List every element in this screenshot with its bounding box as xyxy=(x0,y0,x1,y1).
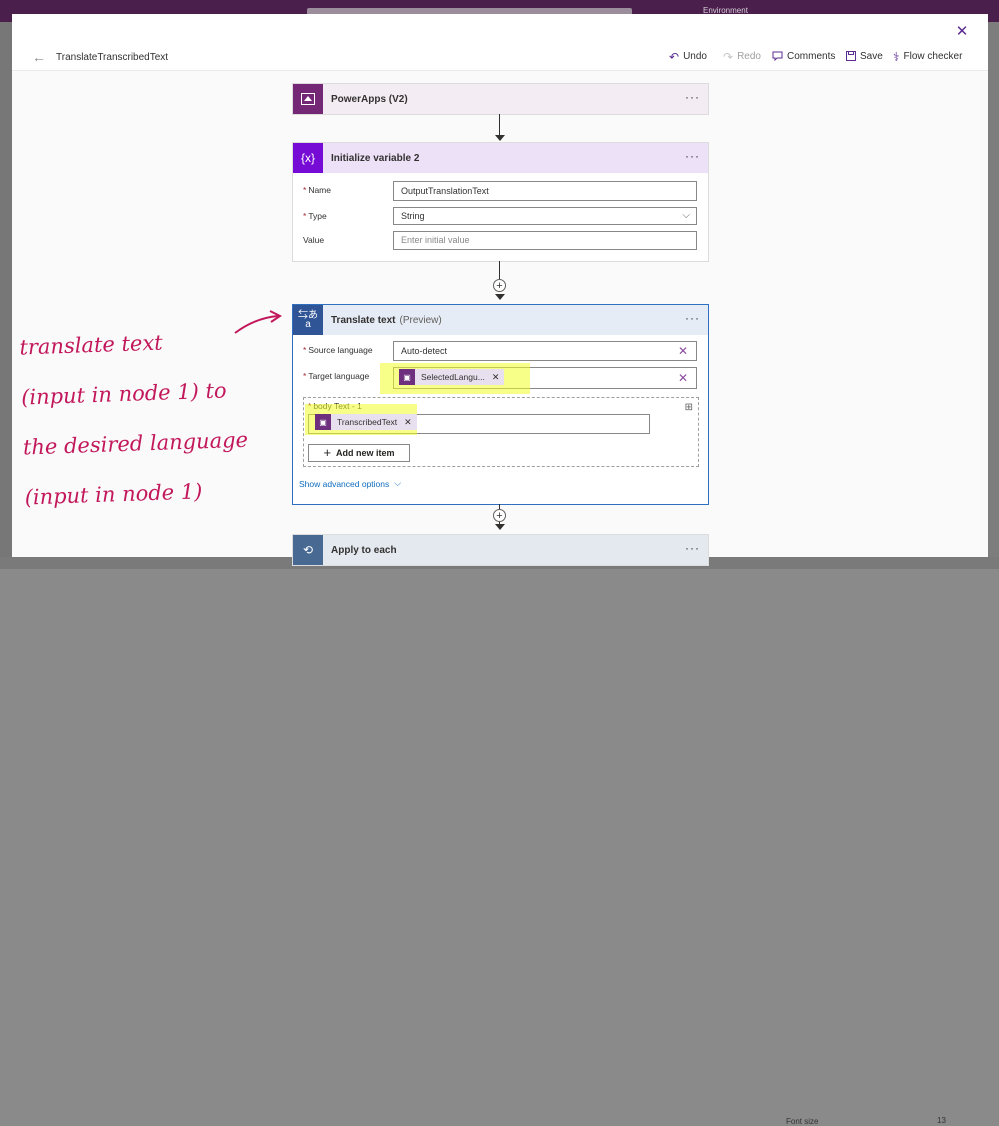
value-field-row: Value Enter initial value xyxy=(293,231,708,255)
add-new-item-button[interactable]: + Add new item xyxy=(308,444,410,462)
switch-to-text-mode-icon[interactable]: ⊞ xyxy=(685,402,693,413)
add-step-plus-icon[interactable]: + xyxy=(493,509,506,522)
more-options-icon[interactable]: ··· xyxy=(685,542,700,554)
powerapps-icon xyxy=(293,84,323,114)
step-initialize-variable[interactable]: {x} Initialize variable 2 ··· * Name Outp… xyxy=(292,142,709,262)
background-font-size-value: 13 xyxy=(937,1116,946,1125)
type-field-row: * Type String ⌵ xyxy=(293,207,708,231)
translator-icon: ⇆あ a xyxy=(293,305,323,335)
step-title: Initialize variable 2 xyxy=(331,152,420,164)
selected-language-token-label: SelectedLangu... xyxy=(421,372,485,382)
transcribed-text-token[interactable]: ▣ TranscribedText ✕ xyxy=(315,414,417,430)
save-label: Save xyxy=(860,51,883,62)
remove-token-icon[interactable]: ✕ xyxy=(492,372,500,383)
powerapps-token-icon: ▣ xyxy=(315,414,331,430)
name-field-row: * Name OutputTranslationText xyxy=(293,181,708,205)
comments-label: Comments xyxy=(787,51,836,62)
selected-language-token[interactable]: ▣ SelectedLangu... ✕ xyxy=(399,369,505,385)
arrow-down-icon xyxy=(495,524,505,530)
flow-name: TranslateTranscribedText xyxy=(56,52,169,63)
source-language-row: * Source language Auto-detect ✕ xyxy=(293,341,708,365)
save-icon xyxy=(846,51,856,62)
back-arrow-icon[interactable]: ← xyxy=(32,50,46,64)
annotation-line: the desired language xyxy=(22,427,249,460)
loop-icon: ⟲ xyxy=(293,535,323,565)
redo-button[interactable]: ↷ Redo xyxy=(723,49,761,64)
type-value: String xyxy=(401,211,425,221)
save-button[interactable]: Save xyxy=(846,51,883,62)
chevron-down-icon: ⌵ xyxy=(394,478,402,488)
step-apply-to-each[interactable]: ⟲ Apply to each ··· xyxy=(292,534,709,566)
undo-icon: ↶ xyxy=(669,49,680,64)
redo-icon: ↷ xyxy=(723,49,734,64)
arrow-down-icon xyxy=(495,135,505,141)
clear-icon[interactable]: ✕ xyxy=(678,369,688,387)
redo-label: Redo xyxy=(737,51,761,62)
variable-name-input[interactable]: OutputTranslationText xyxy=(393,181,697,201)
show-advanced-options-label: Show advanced options xyxy=(299,478,390,489)
type-label: * Type xyxy=(303,211,327,221)
remove-token-icon[interactable]: ✕ xyxy=(404,417,412,428)
step-title: Apply to each xyxy=(331,544,397,556)
add-new-item-label: Add new item xyxy=(336,448,395,458)
annotation-line: (input in node 1) xyxy=(24,479,203,510)
annotation-line: (input in node 1) to xyxy=(20,378,227,410)
source-language-value: Auto-detect xyxy=(401,346,448,356)
undo-button[interactable]: ↶ Undo xyxy=(669,49,707,64)
comments-button[interactable]: Comments xyxy=(772,51,835,62)
transcribed-text-token-label: TranscribedText xyxy=(337,417,398,427)
close-icon[interactable]: ✕ xyxy=(954,24,970,40)
stethoscope-icon: ⚕ xyxy=(893,49,900,64)
flow-checker-label: Flow checker xyxy=(903,51,963,62)
more-options-icon[interactable]: ··· xyxy=(685,150,700,162)
step-title: Translate text (Preview) xyxy=(331,314,442,326)
chevron-down-icon: ⌵ xyxy=(682,210,690,221)
plus-icon: + xyxy=(323,445,332,460)
more-options-icon[interactable]: ··· xyxy=(685,91,700,103)
flow-checker-button[interactable]: ⚕ Flow checker xyxy=(893,49,963,64)
arrow-down-icon xyxy=(495,294,505,300)
annotation-line: translate text xyxy=(19,330,164,360)
more-options-icon[interactable]: ··· xyxy=(685,312,700,324)
clear-icon[interactable]: ✕ xyxy=(678,342,688,360)
background-right-panel xyxy=(988,22,999,569)
flow-toolbar: ← TranslateTranscribedText ↶ Undo ↷ Redo… xyxy=(12,44,988,71)
variable-value-input[interactable]: Enter initial value xyxy=(393,231,697,250)
handwritten-annotation: translate text (input in node 1) to the … xyxy=(19,314,286,523)
background-font-size-label: Font size xyxy=(786,1117,819,1126)
target-language-label: * Target language xyxy=(303,371,370,381)
value-label: Value xyxy=(303,235,325,245)
source-language-label: * Source language xyxy=(303,345,373,355)
variable-type-select[interactable]: String ⌵ xyxy=(393,207,697,225)
add-step-plus-icon[interactable]: + xyxy=(493,279,506,292)
undo-label: Undo xyxy=(683,51,707,62)
step-title: PowerApps (V2) xyxy=(331,93,408,105)
powerapps-token-icon: ▣ xyxy=(399,369,415,385)
background-left-panel xyxy=(0,22,12,569)
comment-icon xyxy=(772,51,783,62)
name-label: * Name xyxy=(303,185,331,195)
source-language-input[interactable]: Auto-detect ✕ xyxy=(393,341,697,361)
step-powerapps[interactable]: PowerApps (V2) ··· xyxy=(292,83,709,115)
variable-icon: {x} xyxy=(293,143,323,173)
show-advanced-options-link[interactable]: Show advanced options ⌵ xyxy=(299,478,401,489)
